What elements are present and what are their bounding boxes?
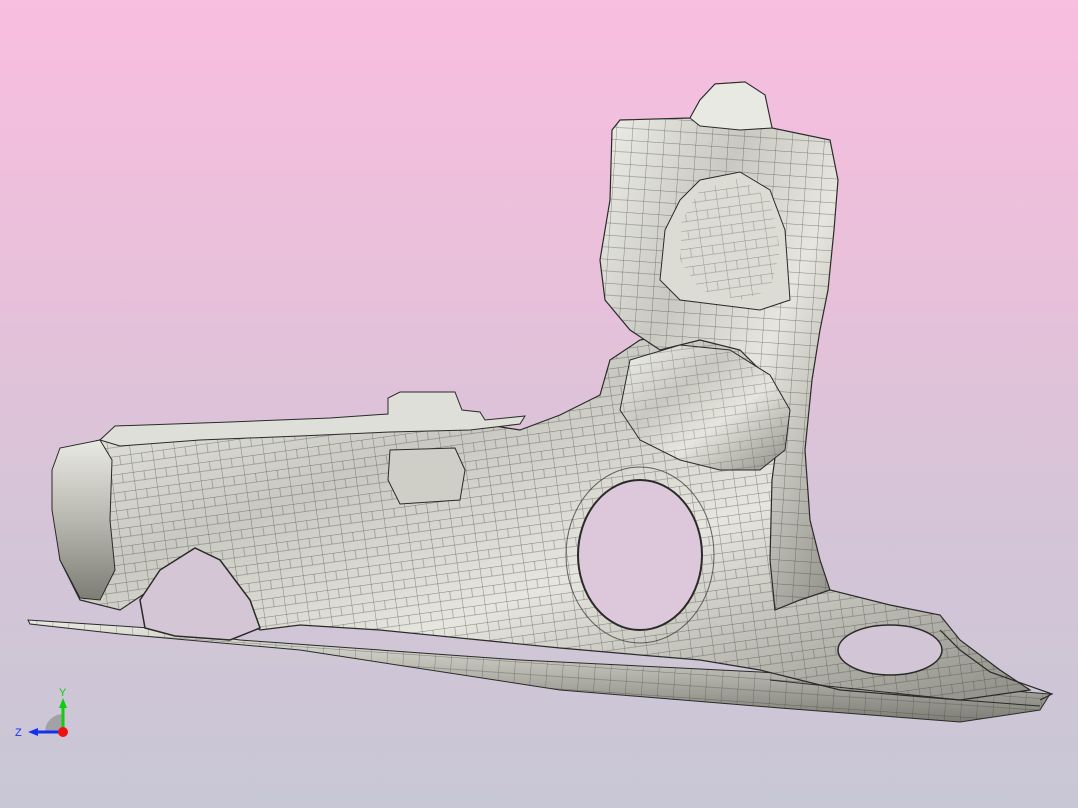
left-end-cap [51, 439, 116, 601]
mesh-model[interactable] [0, 0, 1078, 808]
z-axis-label: Z [15, 727, 22, 739]
axis-triad: Y Z [15, 687, 68, 739]
3d-viewport[interactable]: Y Z [0, 0, 1078, 808]
large-hole [577, 479, 703, 631]
small-hole [837, 624, 943, 676]
y-axis-label: Y [59, 687, 67, 699]
